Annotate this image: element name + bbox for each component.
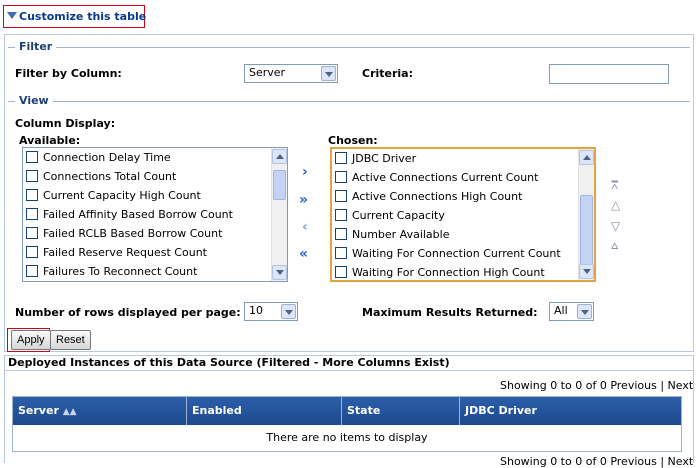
checkbox[interactable]: [26, 227, 38, 239]
chosen-scrollbar[interactable]: [578, 149, 594, 280]
criteria-input[interactable]: [549, 64, 669, 84]
list-item[interactable]: Waiting For Connection High Count: [332, 263, 578, 280]
scroll-up-icon[interactable]: [272, 149, 287, 164]
list-item[interactable]: Failed Reserve Request Count: [23, 243, 271, 262]
move-all-left-icon[interactable]: «: [299, 246, 308, 262]
scroll-thumb[interactable]: [580, 195, 593, 265]
checkbox[interactable]: [335, 171, 347, 183]
scroll-up-icon[interactable]: [579, 150, 594, 165]
next-link[interactable]: Next: [668, 455, 694, 468]
list-item[interactable]: Active Connections Current Count: [332, 168, 578, 187]
chevron-down-icon: [321, 66, 336, 81]
list-item[interactable]: Current Capacity: [332, 206, 578, 225]
checkbox[interactable]: [335, 266, 347, 278]
view-legend: View: [15, 94, 53, 107]
checkbox[interactable]: [335, 247, 347, 259]
filter-by-column-label: Filter by Column:: [15, 67, 122, 80]
view-divider: [8, 101, 690, 102]
checkbox[interactable]: [26, 246, 38, 258]
filter-by-column-select[interactable]: Server: [244, 64, 338, 83]
filter-divider: [8, 47, 690, 48]
move-down-icon[interactable]: ▽: [611, 219, 620, 233]
checkbox[interactable]: [26, 189, 38, 201]
available-scrollbar[interactable]: [271, 148, 287, 281]
chevron-down-icon: [281, 304, 296, 319]
move-up-icon[interactable]: △: [611, 198, 620, 212]
move-left-icon[interactable]: ‹: [302, 219, 308, 235]
max-results-label: Maximum Results Returned:: [362, 306, 538, 319]
criteria-label: Criteria:: [362, 67, 414, 80]
previous-link[interactable]: Previous: [610, 455, 657, 468]
rows-per-page-select[interactable]: 10: [244, 302, 298, 321]
previous-link[interactable]: Previous: [610, 379, 657, 392]
move-right-icon[interactable]: ›: [302, 164, 308, 180]
scroll-thumb[interactable]: [273, 170, 286, 200]
list-item[interactable]: Failed RCLB Based Borrow Count: [23, 224, 271, 243]
results-table: Server ▲▲ Enabled State JDBC Driver Ther…: [12, 396, 682, 452]
chosen-label: Chosen:: [328, 134, 378, 147]
apply-button[interactable]: Apply: [11, 330, 51, 350]
checkbox[interactable]: [26, 208, 38, 220]
customize-table-link[interactable]: Customize this table: [7, 10, 146, 23]
checkbox[interactable]: [26, 151, 38, 163]
column-header-enabled[interactable]: Enabled: [187, 397, 342, 425]
list-item[interactable]: Current Capacity High Count: [23, 186, 271, 205]
list-item[interactable]: Number Available: [332, 225, 578, 244]
move-bottom-icon[interactable]: ⩟: [611, 238, 618, 253]
next-link[interactable]: Next: [668, 379, 694, 392]
move-top-icon[interactable]: ⩞: [611, 178, 618, 193]
filter-legend: Filter: [15, 40, 57, 53]
expand-triangle-icon: [7, 12, 17, 19]
column-header-state[interactable]: State: [342, 397, 460, 425]
list-item[interactable]: Failed Affinity Based Borrow Count: [23, 205, 271, 224]
checkbox[interactable]: [26, 170, 38, 182]
column-display-label: Column Display:: [15, 117, 116, 130]
checkbox[interactable]: [335, 228, 347, 240]
pager-top: Showing 0 to 0 of 0 Previous | Next: [500, 379, 694, 392]
available-label: Available:: [19, 134, 81, 147]
rows-per-page-label: Number of rows displayed per page:: [15, 306, 241, 319]
table-title: Deployed Instances of this Data Source (…: [8, 356, 450, 369]
move-all-right-icon[interactable]: »: [299, 192, 308, 208]
list-item[interactable]: Connection Delay Time: [23, 148, 271, 167]
reset-button[interactable]: Reset: [50, 330, 91, 350]
chosen-listbox[interactable]: JDBC Driver Active Connections Current C…: [330, 147, 596, 282]
checkbox[interactable]: [335, 190, 347, 202]
max-results-select[interactable]: All: [549, 302, 594, 321]
pager-bottom: Showing 0 to 0 of 0 Previous | Next: [500, 455, 694, 468]
list-item[interactable]: Active Connections High Count: [332, 187, 578, 206]
list-item[interactable]: Failures To Reconnect Count: [23, 262, 271, 281]
available-listbox[interactable]: Connection Delay Time Connections Total …: [22, 147, 288, 282]
scroll-down-icon[interactable]: [272, 265, 287, 280]
checkbox[interactable]: [26, 265, 38, 277]
list-item[interactable]: Waiting For Connection Current Count: [332, 244, 578, 263]
list-item[interactable]: JDBC Driver: [332, 149, 578, 168]
table-title-divider: [4, 370, 694, 371]
column-header-server[interactable]: Server ▲▲: [13, 397, 187, 425]
list-item[interactable]: Connections Total Count: [23, 167, 271, 186]
sort-ascending-icon[interactable]: ▲▲: [63, 407, 77, 417]
checkbox[interactable]: [335, 152, 347, 164]
scroll-down-icon[interactable]: [579, 264, 594, 279]
column-header-jdbc-driver[interactable]: JDBC Driver: [460, 397, 681, 425]
chevron-down-icon: [577, 304, 592, 319]
empty-message: There are no items to display: [13, 425, 681, 451]
checkbox[interactable]: [335, 209, 347, 221]
